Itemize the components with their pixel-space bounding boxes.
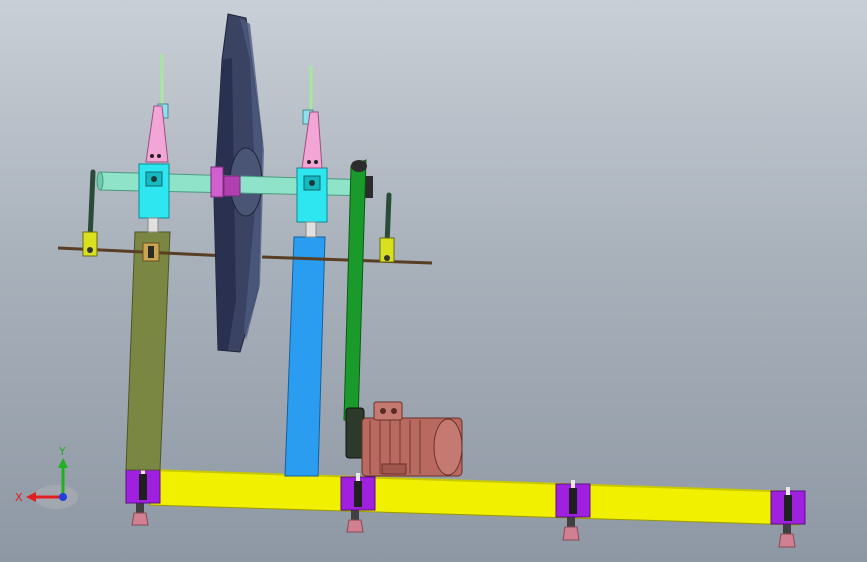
left-load-cell[interactable] bbox=[145, 54, 169, 163]
drive-belt[interactable] bbox=[343, 159, 367, 421]
x-axis-label: X bbox=[15, 491, 23, 504]
right-clamp-rod[interactable] bbox=[261, 255, 433, 265]
leveling-foot-2 bbox=[346, 510, 364, 533]
right-bearing[interactable] bbox=[296, 167, 328, 238]
y-axis-label: Y bbox=[58, 445, 66, 458]
foot-block-3 bbox=[555, 480, 591, 518]
left-bearing[interactable] bbox=[138, 163, 170, 233]
leveling-foot-4 bbox=[778, 524, 796, 548]
z-axis-dot bbox=[59, 493, 67, 501]
coordinate-triad: X Y bbox=[15, 445, 78, 509]
right-column[interactable] bbox=[284, 236, 326, 477]
cad-viewport[interactable]: X Y bbox=[0, 0, 867, 562]
right-load-cell[interactable] bbox=[301, 66, 323, 169]
electric-motor[interactable] bbox=[345, 401, 463, 477]
leveling-foot-1 bbox=[131, 503, 149, 526]
leveling-foot-3 bbox=[562, 517, 580, 541]
left-column[interactable] bbox=[125, 231, 171, 471]
base-beam[interactable] bbox=[149, 469, 801, 526]
machine-assembly-view[interactable]: X Y bbox=[0, 0, 867, 562]
right-lever[interactable] bbox=[379, 192, 395, 263]
foot-block-1 bbox=[125, 466, 161, 504]
foot-block-4 bbox=[770, 487, 806, 525]
foot-block-2 bbox=[340, 473, 376, 511]
left-lever[interactable] bbox=[82, 169, 98, 257]
